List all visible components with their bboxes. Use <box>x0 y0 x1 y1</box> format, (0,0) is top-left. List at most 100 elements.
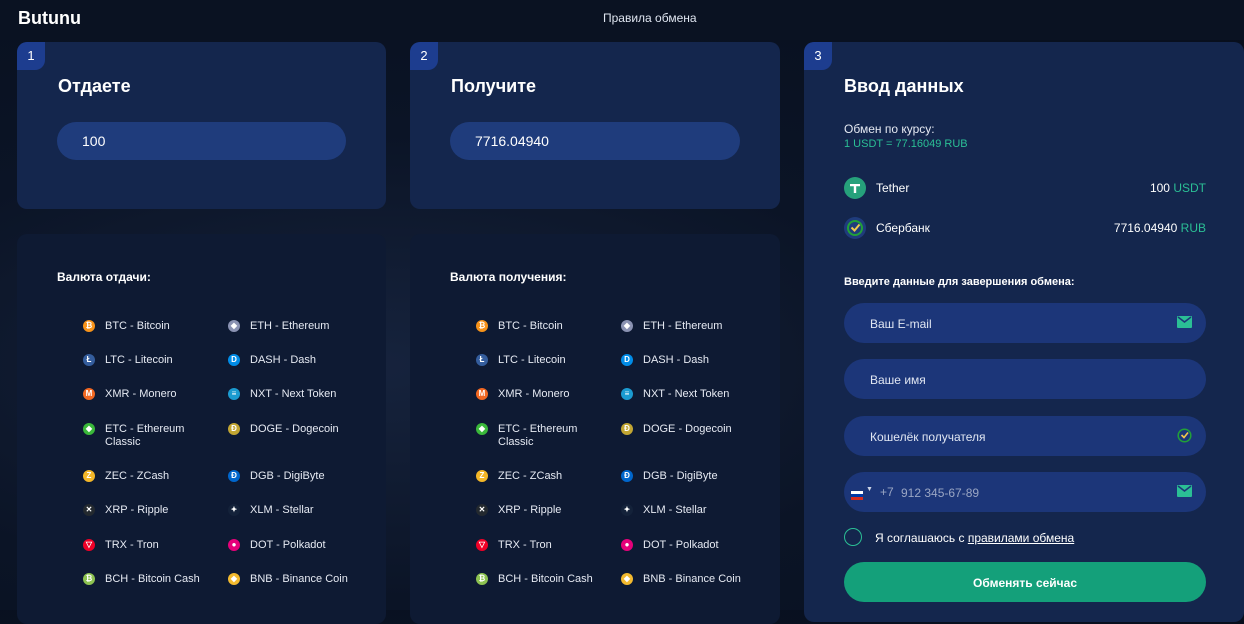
currency-option[interactable]: ✦ XLM - Stellar <box>228 504 348 517</box>
russia-flag-icon[interactable] <box>851 487 863 500</box>
currency-option[interactable]: ◆ ETC - Ethereum Classic <box>83 423 203 449</box>
currency-label: NXT - Next Token <box>643 388 730 400</box>
polkadot-icon: ● <box>621 539 633 551</box>
currency-label: XLM - Stellar <box>250 504 314 516</box>
currency-label: XLM - Stellar <box>643 504 707 516</box>
currency-option[interactable]: ✦ XLM - Stellar <box>621 504 741 517</box>
ethereum-icon: ◆ <box>621 320 633 332</box>
currency-label: DASH - Dash <box>643 354 710 366</box>
dash-icon: D <box>621 354 633 366</box>
currency-label: DGB - DigiByte <box>250 470 325 482</box>
email-field <box>844 303 1206 345</box>
currency-label: DGB - DigiByte <box>643 470 718 482</box>
currency-option[interactable]: Đ DGB - DigiByte <box>228 470 348 483</box>
currency-option[interactable]: ◆ BNB - Binance Coin <box>621 573 741 586</box>
agree-checkbox[interactable] <box>844 528 862 546</box>
binance-icon: ◆ <box>228 573 240 585</box>
currency-option[interactable]: ● DOT - Polkadot <box>621 539 741 552</box>
wallet-input[interactable] <box>868 416 1162 458</box>
logo[interactable]: Butunu <box>18 8 81 29</box>
currency-option[interactable]: ≡ NXT - Next Token <box>228 388 348 401</box>
email-input[interactable] <box>868 303 1162 345</box>
dogecoin-icon: Ð <box>621 423 633 435</box>
currency-label: BTC - Bitcoin <box>105 320 170 332</box>
currency-label: ZEC - ZCash <box>105 470 170 482</box>
summary-to-name: Сбербанк <box>876 221 930 235</box>
currency-option[interactable]: ₿ BTC - Bitcoin <box>476 320 596 333</box>
currency-option[interactable]: Z ZEC - ZCash <box>476 470 596 483</box>
currency-label: ETC - Ethereum Classic <box>498 423 578 448</box>
currency-label: BCH - Bitcoin Cash <box>105 573 200 585</box>
currency-option[interactable]: Z ZEC - ZCash <box>83 470 203 483</box>
currency-option[interactable]: ✕ XRP - Ripple <box>83 504 203 517</box>
summary-from-amount: 100 USDT <box>1150 181 1206 195</box>
exchange-now-button[interactable]: Обменять сейчас <box>844 562 1206 602</box>
nav-exchange-rules-link[interactable]: Правила обмена <box>603 11 697 25</box>
step-badge-2: 2 <box>410 42 438 70</box>
currency-option[interactable]: ₿ BTC - Bitcoin <box>83 320 203 333</box>
binance-icon: ◆ <box>621 573 633 585</box>
currency-option[interactable]: Ð DOGE - Dogecoin <box>228 423 348 436</box>
currency-option[interactable]: D DASH - Dash <box>621 354 741 367</box>
summary-to-row: Сбербанк 7716.04940 RUB <box>844 217 1206 239</box>
currency-option[interactable]: D DASH - Dash <box>228 354 348 367</box>
country-chevron-down-icon[interactable]: ▼ <box>866 486 873 493</box>
currency-label: XRP - Ripple <box>105 504 169 516</box>
currency-label: BTC - Bitcoin <box>498 320 563 332</box>
currency-option[interactable]: ₿ BCH - Bitcoin Cash <box>476 573 596 586</box>
nxt-icon: ≡ <box>228 388 240 400</box>
agree-label: Я соглашаюсь с <box>875 531 968 545</box>
currency-option[interactable]: Đ DGB - DigiByte <box>621 470 741 483</box>
phone-field: ▼ +7 <box>844 472 1206 514</box>
currency-label: DOT - Polkadot <box>643 539 719 551</box>
summary-to-unit: RUB <box>1180 221 1206 235</box>
summary-to-value: 7716.04940 <box>1113 221 1178 235</box>
litecoin-icon: Ł <box>83 354 95 366</box>
currency-label: DOT - Polkadot <box>250 539 326 551</box>
sberbank-wallet-icon <box>1177 428 1192 443</box>
currency-option[interactable]: ▽ TRX - Tron <box>83 539 203 552</box>
ethereum-icon: ◆ <box>228 320 240 332</box>
currency-label: XRP - Ripple <box>498 504 562 516</box>
tether-icon <box>844 177 866 199</box>
currency-option[interactable]: ▽ TRX - Tron <box>476 539 596 552</box>
currency-label: ZEC - ZCash <box>498 470 563 482</box>
mail-icon <box>1177 316 1192 328</box>
currency-option[interactable]: ◆ BNB - Binance Coin <box>228 573 348 586</box>
summary-from-name: Tether <box>876 181 910 195</box>
currency-option[interactable]: ◆ ETH - Ethereum <box>621 320 741 333</box>
currency-option[interactable]: Ł LTC - Litecoin <box>476 354 596 367</box>
currency-option[interactable]: M XMR - Monero <box>83 388 203 401</box>
currency-option[interactable]: ₿ BCH - Bitcoin Cash <box>83 573 203 586</box>
currency-label: NXT - Next Token <box>250 388 337 400</box>
step-badge-1: 1 <box>17 42 45 70</box>
phone-input[interactable] <box>899 472 1163 514</box>
receive-amount-input[interactable]: 7716.04940 <box>450 122 740 160</box>
name-input[interactable] <box>868 359 1162 401</box>
digibyte-icon: Đ <box>621 470 633 482</box>
sberbank-icon <box>844 217 866 239</box>
summary-from-unit: USDT <box>1173 181 1206 195</box>
wallet-field <box>844 416 1206 458</box>
currency-option[interactable]: ● DOT - Polkadot <box>228 539 348 552</box>
rules-link[interactable]: правилами обмена <box>968 531 1074 545</box>
currency-option[interactable]: ✕ XRP - Ripple <box>476 504 596 517</box>
currency-option[interactable]: M XMR - Monero <box>476 388 596 401</box>
currency-option[interactable]: ◆ ETC - Ethereum Classic <box>476 423 596 449</box>
ripple-icon: ✕ <box>476 504 488 516</box>
give-amount-input[interactable]: 100 <box>57 122 346 160</box>
rate-value: 1 USDT = 77.16049 RUB <box>844 138 968 150</box>
currency-label: ETH - Ethereum <box>643 320 723 332</box>
currency-label: BNB - Binance Coin <box>643 573 741 585</box>
currency-label: BCH - Bitcoin Cash <box>498 573 593 585</box>
polkadot-icon: ● <box>228 539 240 551</box>
litecoin-icon: Ł <box>476 354 488 366</box>
bitcoin-icon: ₿ <box>476 320 488 332</box>
zcash-icon: Z <box>83 470 95 482</box>
currency-option[interactable]: ≡ NXT - Next Token <box>621 388 741 401</box>
currency-option[interactable]: Ð DOGE - Dogecoin <box>621 423 741 436</box>
currency-option[interactable]: Ł LTC - Litecoin <box>83 354 203 367</box>
monero-icon: M <box>476 388 488 400</box>
tron-icon: ▽ <box>83 539 95 551</box>
currency-option[interactable]: ◆ ETH - Ethereum <box>228 320 348 333</box>
